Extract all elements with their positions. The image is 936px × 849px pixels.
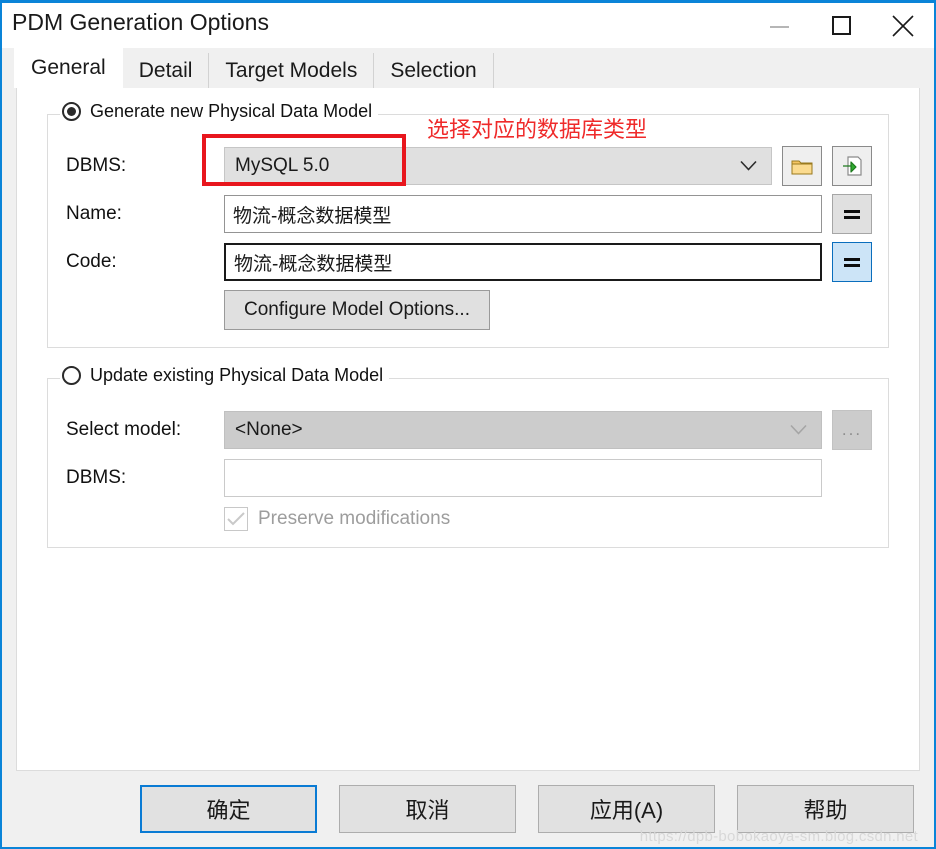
select-model-combo[interactable]: <None>: [224, 411, 822, 449]
tab-page-general: Generate new Physical Data Model DBMS: M…: [16, 88, 920, 771]
name-label: Name:: [66, 203, 122, 224]
equals-icon: [844, 209, 860, 219]
name-input-value: 物流-概念数据模型: [233, 205, 392, 227]
code-equals-button[interactable]: [832, 242, 872, 282]
import-page-icon: [843, 156, 862, 176]
tab-strip: General Detail Target Models Selection: [2, 48, 934, 88]
cancel-button[interactable]: 取消: [339, 785, 516, 833]
tab-selection-label: Selection: [390, 58, 477, 82]
code-input-value: 物流-概念数据模型: [234, 253, 393, 275]
update-dbms-row: DBMS:: [64, 459, 872, 497]
name-row: Name: 物流-概念数据模型: [64, 194, 872, 234]
preserve-modifications-checkbox[interactable]: [224, 507, 248, 531]
tab-target-models-label: Target Models: [225, 58, 358, 82]
tab-detail[interactable]: Detail: [122, 53, 210, 88]
apply-button-label: 应用(A): [589, 798, 664, 823]
configure-model-options-label: Configure Model Options...: [243, 299, 470, 320]
generate-new-pdm-radio[interactable]: Generate new Physical Data Model: [60, 101, 379, 122]
dialog-footer: 确定 取消 应用(A) 帮助 https://dpb-bobokaoya-sm.…: [2, 771, 934, 847]
generate-new-pdm-group: Generate new Physical Data Model DBMS: M…: [47, 101, 889, 348]
radio-unselected-icon: [62, 366, 81, 385]
preserve-modifications-row[interactable]: Preserve modifications: [64, 507, 872, 531]
tab-general[interactable]: General: [14, 48, 123, 88]
minimize-icon: [769, 25, 789, 28]
update-existing-pdm-label: Update existing Physical Data Model: [90, 365, 384, 385]
help-button-label: 帮助: [803, 798, 848, 823]
window-controls: [748, 3, 934, 48]
name-input[interactable]: 物流-概念数据模型: [224, 195, 822, 233]
tab-selection[interactable]: Selection: [374, 53, 494, 88]
ok-button[interactable]: 确定: [140, 785, 317, 833]
generate-new-pdm-label: Generate new Physical Data Model: [90, 101, 373, 121]
apply-button[interactable]: 应用(A): [538, 785, 715, 833]
close-button[interactable]: [872, 3, 934, 48]
dbms-combo-value: MySQL 5.0: [235, 155, 330, 176]
preserve-modifications-label: Preserve modifications: [258, 508, 451, 529]
folder-icon: [791, 160, 813, 174]
update-existing-pdm-radio[interactable]: Update existing Physical Data Model: [60, 365, 390, 386]
maximize-button[interactable]: [810, 3, 872, 48]
equals-icon: [844, 257, 860, 267]
close-icon: [892, 14, 914, 37]
chevron-down-icon: [790, 424, 807, 435]
radio-selected-icon: [62, 102, 81, 121]
update-dbms-input[interactable]: [224, 459, 822, 497]
minimize-button[interactable]: [748, 3, 810, 48]
tab-target-models[interactable]: Target Models: [209, 53, 375, 88]
tab-general-label: General: [31, 56, 106, 79]
watermark: https://dpb-bobokaoya-sm.blog.csdn.net: [639, 828, 918, 845]
tab-detail-label: Detail: [138, 58, 193, 82]
dbms-label: DBMS:: [66, 155, 127, 176]
select-model-value: <None>: [235, 419, 303, 440]
chevron-down-icon: [740, 160, 757, 171]
code-label: Code:: [66, 251, 117, 272]
window-title: PDM Generation Options: [12, 9, 269, 35]
update-dbms-label: DBMS:: [66, 467, 127, 488]
configure-model-options-button[interactable]: Configure Model Options...: [224, 290, 490, 330]
pdm-generation-options-dialog: PDM Generation Options General Detail Ta…: [0, 0, 936, 849]
check-icon: [227, 512, 245, 526]
help-button[interactable]: 帮助: [737, 785, 914, 833]
dbms-browse-button[interactable]: [782, 146, 822, 186]
dbms-row: DBMS: MySQL 5.0: [64, 146, 872, 186]
maximize-icon: [831, 16, 851, 35]
code-row: Code: 物流-概念数据模型: [64, 242, 872, 282]
title-bar: PDM Generation Options: [2, 3, 934, 48]
select-model-label: Select model:: [66, 419, 182, 440]
dbms-import-button[interactable]: [832, 146, 872, 186]
select-model-browse-label: ...: [841, 420, 863, 439]
ok-button-label: 确定: [206, 798, 251, 823]
select-model-browse-button[interactable]: ...: [832, 410, 872, 450]
name-equals-button[interactable]: [832, 194, 872, 234]
code-input[interactable]: 物流-概念数据模型: [224, 243, 822, 281]
configure-row: Configure Model Options...: [64, 290, 872, 330]
select-model-row: Select model: <None> ...: [64, 410, 872, 450]
cancel-button-label: 取消: [405, 798, 450, 823]
dbms-combo[interactable]: MySQL 5.0: [224, 147, 772, 185]
update-existing-pdm-group: Update existing Physical Data Model Sele…: [47, 365, 889, 548]
